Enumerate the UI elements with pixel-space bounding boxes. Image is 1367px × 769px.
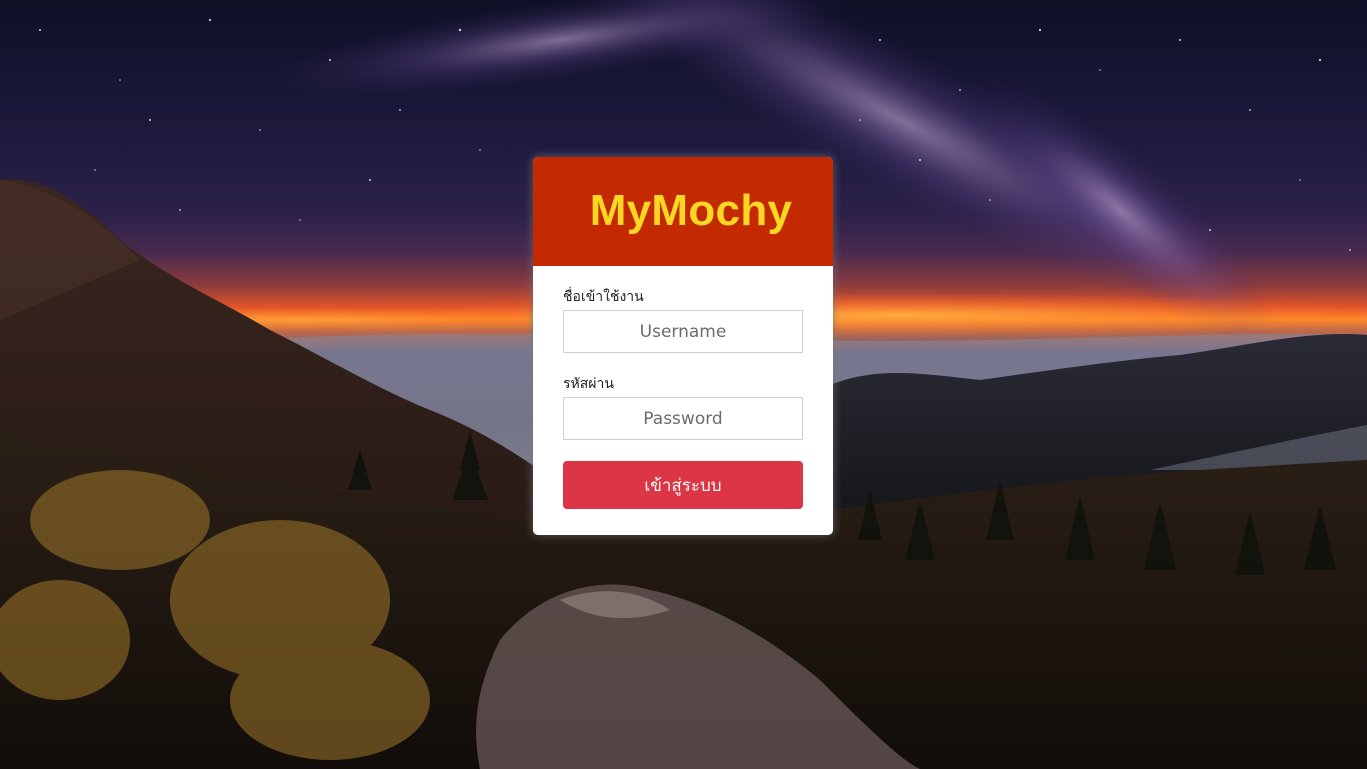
username-label: ชื่อเข้าใช้งาน — [563, 289, 644, 305]
login-button[interactable]: เข้าสู่ระบบ — [563, 461, 803, 509]
brand-title: MyMochy — [589, 186, 793, 235]
password-label: รหัสผ่าน — [563, 376, 614, 392]
password-input[interactable] — [563, 397, 803, 440]
username-input[interactable] — [563, 310, 803, 353]
login-card-header: MyMochy — [533, 157, 833, 266]
login-card: MyMochy ชื่อเข้าใช้งาน รหัสผ่าน เข้าสู่ร… — [533, 157, 833, 535]
